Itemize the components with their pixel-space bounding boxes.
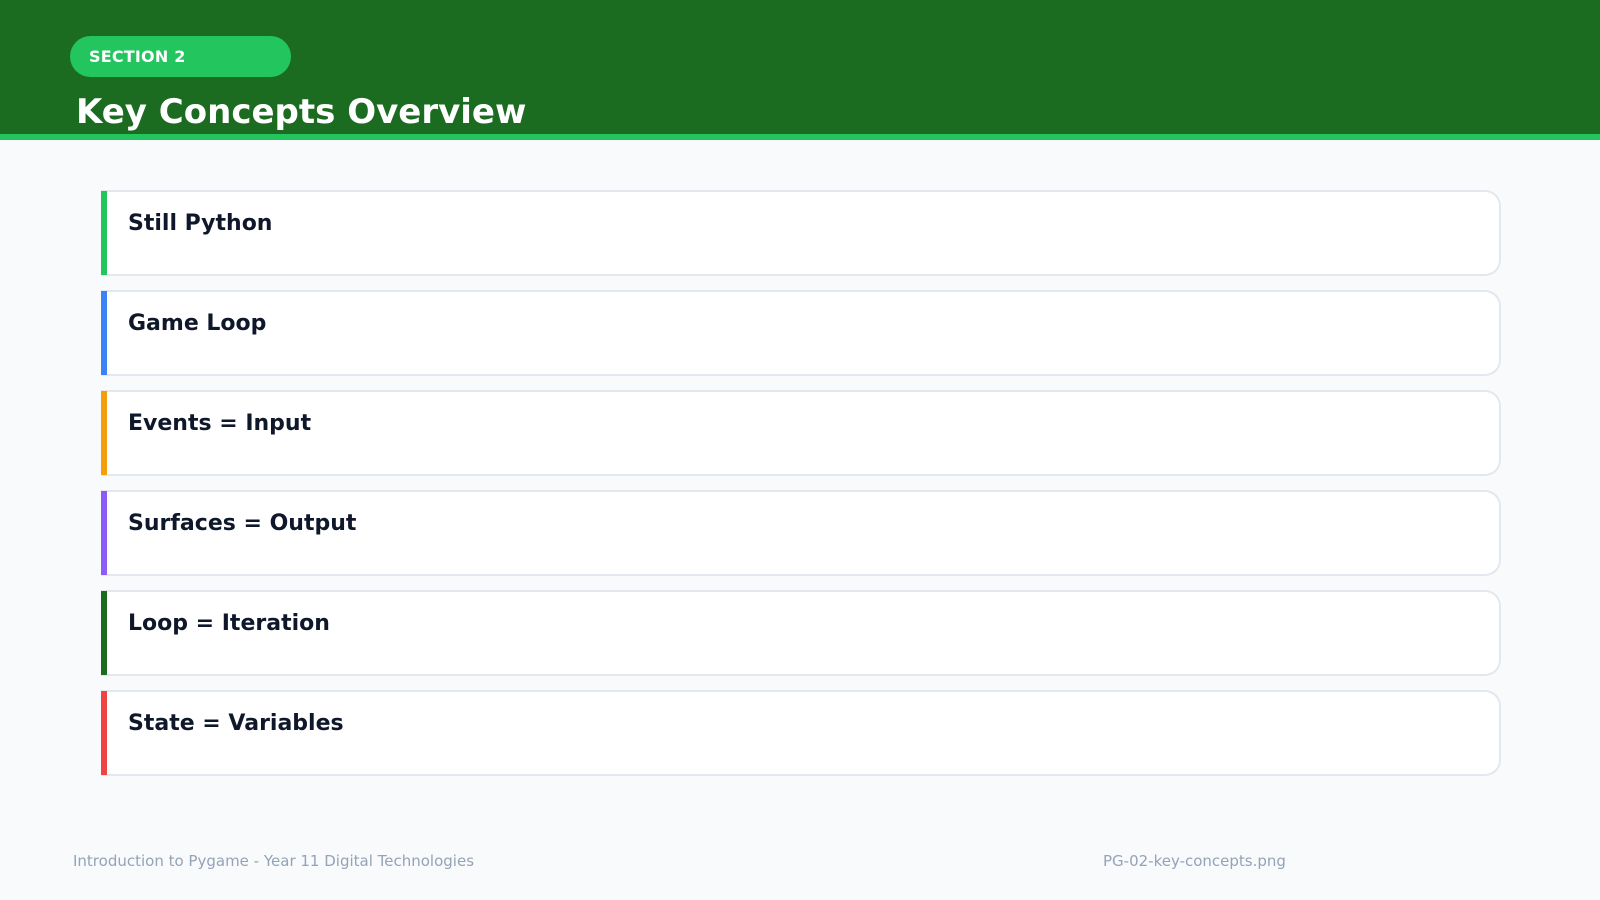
concept-label: State = Variables	[128, 711, 344, 736]
concept-accent-bar	[101, 391, 107, 475]
concept-card-loop-iteration: Loop = Iteration	[101, 590, 1501, 676]
slide-header: SECTION 2 Key Concepts Overview	[0, 0, 1600, 140]
concept-card-events-input: Events = Input	[101, 390, 1501, 476]
concept-label: Events = Input	[128, 411, 312, 436]
concept-label: Surfaces = Output	[128, 511, 357, 536]
concept-label: Still Python	[128, 211, 273, 236]
concept-card-game-loop: Game Loop	[101, 290, 1501, 376]
concept-accent-bar	[101, 191, 107, 275]
section-badge: SECTION 2	[70, 36, 291, 77]
filename-footer-text: PG-02-key-concepts.png	[1103, 852, 1286, 870]
page-title: Key Concepts Overview	[76, 92, 527, 132]
concept-accent-bar	[101, 491, 107, 575]
concept-accent-bar	[101, 591, 107, 675]
concept-label: Game Loop	[128, 311, 267, 336]
course-footer-text: Introduction to Pygame - Year 11 Digital…	[73, 852, 475, 870]
concept-label: Loop = Iteration	[128, 611, 330, 636]
concept-list: Still Python Game Loop Events = Input Su…	[101, 190, 1501, 790]
concept-card-surfaces-output: Surfaces = Output	[101, 490, 1501, 576]
concept-card-state-variables: State = Variables	[101, 690, 1501, 776]
concept-accent-bar	[101, 691, 107, 775]
concept-accent-bar	[101, 291, 107, 375]
concept-card-still-python: Still Python	[101, 190, 1501, 276]
